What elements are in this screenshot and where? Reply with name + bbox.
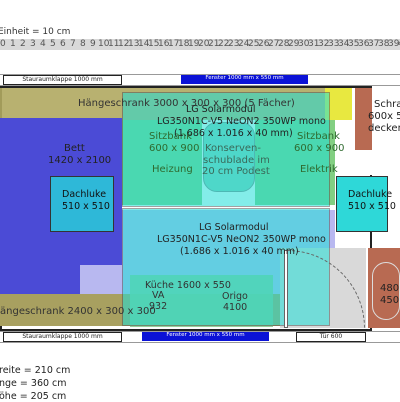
solar-top-line-2: LG350N1C-V5 NeON2 350WP mono: [157, 116, 326, 127]
cabinet-label-1: Schra: [374, 99, 400, 110]
bench-right-sub: Elektrik: [300, 164, 338, 175]
ruler-tick-4: 4: [40, 39, 46, 49]
ruler-tick-9: 9: [90, 39, 96, 49]
bench-left-dims: 600 x 900: [149, 143, 200, 154]
cabinet-label-3: deckenh: [368, 123, 400, 134]
skylight-right-dims: 510 x 510: [348, 201, 396, 212]
wardrobe-bottom-label: ängeschrank 2400 x 300 x 300: [0, 306, 156, 317]
bed-name: Bett: [64, 143, 85, 154]
conserve-line-1: Konserven-: [205, 143, 262, 154]
solar-top-line-1: LG Solarmodul: [186, 104, 256, 115]
spec-width: reite = 210 cm: [0, 365, 71, 376]
floor-area-left: [80, 265, 126, 295]
va-name: VA: [152, 290, 165, 301]
spec-length: nge = 360 cm: [0, 378, 67, 389]
ruler-tick-7: 7: [70, 39, 76, 49]
skylight-left-name: Dachluke: [62, 189, 107, 200]
spec-height: öhe = 205 cm: [0, 391, 67, 402]
ruler-tick-1: 1: [10, 39, 16, 49]
top-storage-hatch: Stauraumklappe 1000 mm: [3, 75, 122, 85]
skylight-right-name: Dachluke: [348, 189, 393, 200]
solar-bottom-line-2: LG350N1C-V5 NeON2 350WP mono: [157, 234, 326, 245]
entrance-door: Tür 600: [296, 332, 366, 342]
conserve-line-3: 20 cm Podest: [202, 166, 270, 177]
bottom-storage-hatch: Stauraumklappe 1000 mm: [3, 332, 122, 342]
cabinet-label-2: 600x 5: [368, 111, 400, 122]
solar-bottom-line-3: (1.686 x 1.016 x 40 mm): [180, 246, 299, 257]
solar-top-line-3: (1.686 x 1.016 x 40 mm): [174, 128, 293, 139]
conserve-line-2: schublade im: [203, 155, 270, 166]
va-value: 932: [149, 301, 168, 312]
ruler-tick-8: 8: [80, 39, 86, 49]
bench-right-dims: 600 x 900: [294, 143, 345, 154]
solar-bottom-line-1: LG Solarmodul: [199, 222, 269, 233]
scale-legend: Einheit = 10 cm: [0, 27, 71, 37]
origo-name: Origo: [222, 291, 248, 302]
bath-line-2: 450: [380, 295, 400, 306]
bed-dims: 1420 x 2100: [48, 155, 112, 166]
ruler-tick-3: 3: [30, 39, 36, 49]
skylight-left-dims: 510 x 510: [62, 201, 110, 212]
bottom-window: Fenster 1000 mm x 550 mm: [142, 332, 269, 341]
ruler-tick-2: 2: [20, 39, 26, 49]
ruler-tick-5: 5: [50, 39, 56, 49]
ruler-tick-0: 0: [0, 39, 6, 49]
bench-right-name: Sitzbank: [297, 131, 340, 142]
top-window: Fenster 1000 mm x 550 mm: [181, 75, 308, 84]
measurement-ruler: 0 1 2 3 4 5 6 7 8 9 10 11 12 13 14 15 16 17 18 19 20 21 22 23 24…: [0, 39, 400, 50]
bath-line-1: 480: [380, 283, 400, 294]
origo-value: 4100: [223, 302, 248, 313]
ruler-tick-6: 6: [60, 39, 66, 49]
cabinet-gap: [352, 150, 372, 175]
bench-left-sub: Heizung: [152, 164, 193, 175]
